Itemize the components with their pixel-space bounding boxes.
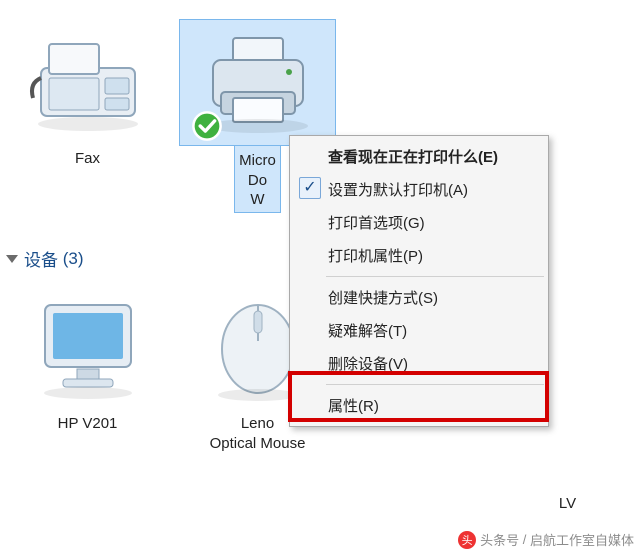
watermark: 头 头条号 / 启航工作室自媒体 <box>458 530 634 549</box>
device-label: HP V201 <box>10 414 165 434</box>
device-fax[interactable]: Fax <box>10 20 165 169</box>
menu-item-see-printing[interactable]: 查看现在正在打印什么(E) <box>292 140 546 173</box>
fax-icon <box>10 20 165 145</box>
menu-item-remove-device[interactable]: 删除设备(V) <box>292 347 546 380</box>
context-menu: 查看现在正在打印什么(E) ✓ 设置为默认打印机(A) 打印首选项(G) 打印机… <box>289 135 549 427</box>
printer-icon <box>180 20 335 145</box>
section-label: 设备 <box>24 246 58 271</box>
device-label: Fax <box>10 149 165 169</box>
default-check-badge <box>190 109 224 143</box>
section-count: (3) <box>63 249 84 269</box>
chevron-down-icon <box>6 255 18 263</box>
check-icon: ✓ <box>299 177 321 199</box>
section-header-devices[interactable]: 设备 (3) <box>6 246 84 271</box>
menu-item-create-shortcut[interactable]: 创建快捷方式(S) <box>292 281 546 314</box>
menu-item-set-default[interactable]: ✓ 设置为默认打印机(A) <box>292 173 546 206</box>
menu-item-troubleshoot[interactable]: 疑难解答(T) <box>292 314 546 347</box>
device-label: Micro Do W <box>239 151 276 210</box>
menu-item-printer-props[interactable]: 打印机属性(P) <box>292 239 546 272</box>
toutiao-logo-icon: 头 <box>458 531 476 549</box>
menu-separator <box>326 276 544 277</box>
device-hp-v201[interactable]: HP V201 <box>10 285 165 434</box>
menu-item-printing-prefs[interactable]: 打印首选项(G) <box>292 206 546 239</box>
menu-item-properties[interactable]: 属性(R) <box>292 389 546 422</box>
monitor-icon <box>10 285 165 410</box>
device-label: LV <box>490 494 640 514</box>
menu-separator <box>326 384 544 385</box>
